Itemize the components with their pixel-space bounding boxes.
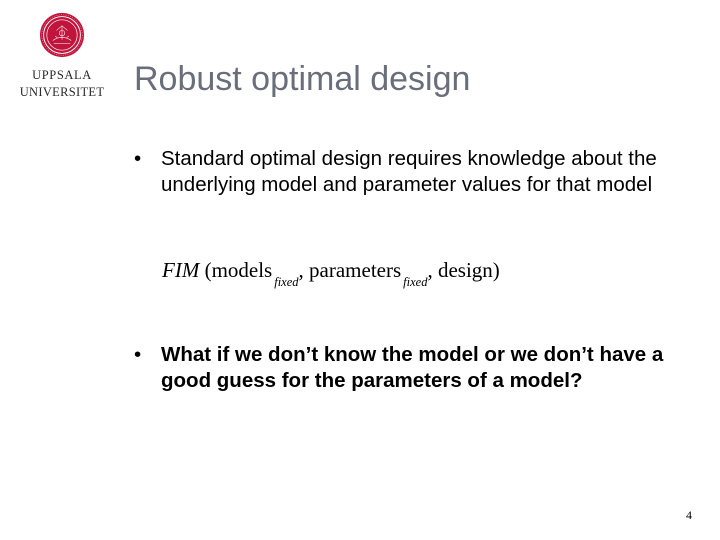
formula-fim: FIM xyxy=(162,258,200,282)
formula-parameters: , parameters xyxy=(298,258,402,282)
uppsala-university-logo: UPPSALA UNIVERSITET xyxy=(14,12,110,104)
brand-line-1: UPPSALA xyxy=(32,68,92,82)
bullet-item: • What if we don’t know the model or we … xyxy=(134,342,694,394)
brand-line-2: UNIVERSITET xyxy=(19,85,105,99)
bullet-icon: • xyxy=(134,147,142,170)
formula-models: (models xyxy=(204,258,273,282)
bullet-text: Standard optimal design requires knowled… xyxy=(161,147,657,196)
bullet-item: • Standard optimal design requires knowl… xyxy=(134,146,694,198)
university-seal-icon xyxy=(39,12,85,58)
formula-subscript-parameters: fixed xyxy=(403,275,428,289)
page-number: 4 xyxy=(686,508,692,522)
bullet-icon: • xyxy=(134,343,142,366)
slide-title: Robust optimal design xyxy=(134,60,471,98)
fim-formula: FIM (models fixed, parameters fixed, desig… xyxy=(162,258,500,289)
bullet-text: What if we don’t know the model or we do… xyxy=(161,343,664,392)
formula-subscript-models: fixed xyxy=(274,275,299,289)
formula-design: , design) xyxy=(427,258,500,282)
